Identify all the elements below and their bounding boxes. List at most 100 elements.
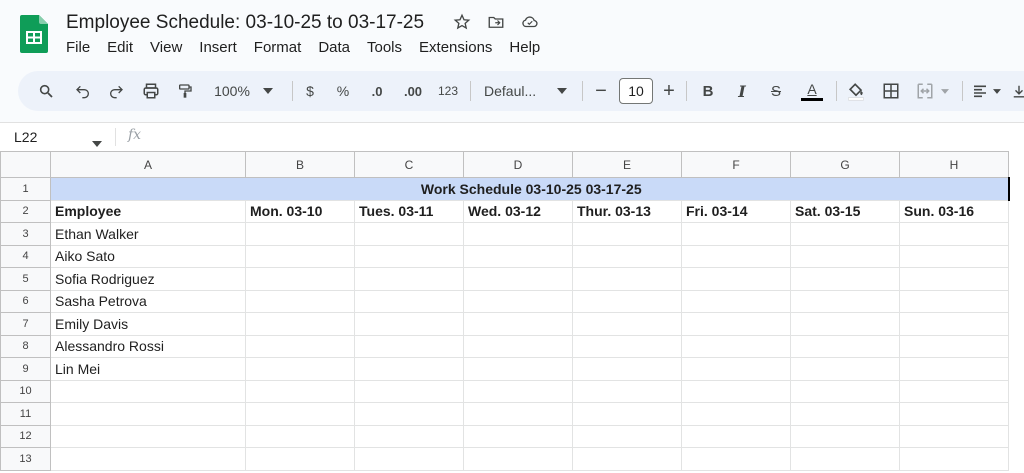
grid-cell[interactable]: [790, 222, 900, 246]
row-header[interactable]: 12: [0, 424, 51, 448]
grid-cell[interactable]: [681, 312, 791, 336]
zoom-select[interactable]: 100%: [210, 77, 254, 105]
grid-cell[interactable]: [790, 379, 900, 403]
grid-cell[interactable]: [790, 402, 900, 426]
print-icon[interactable]: [140, 77, 162, 105]
grid-cell[interactable]: [245, 357, 355, 381]
grid-cell[interactable]: [245, 379, 355, 403]
row-header[interactable]: 13: [0, 447, 51, 471]
percent-format-button[interactable]: %: [334, 77, 352, 105]
grid-cell[interactable]: [681, 379, 791, 403]
name-box[interactable]: L22: [14, 129, 37, 145]
grid-cell[interactable]: [790, 447, 900, 471]
document-title[interactable]: Employee Schedule: 03-10-25 to 03-17-25: [66, 12, 424, 34]
header-cell-day[interactable]: Thur. 03-13: [572, 199, 682, 223]
grid-cell[interactable]: [681, 402, 791, 426]
cloud-status-icon[interactable]: [520, 12, 540, 32]
employee-name-cell[interactable]: Sofia Rodriguez: [50, 267, 246, 291]
employee-name-cell[interactable]: Lin Mei: [50, 357, 246, 381]
grid-cell[interactable]: [681, 447, 791, 471]
column-header-g[interactable]: G: [790, 151, 900, 178]
grid-cell[interactable]: [681, 244, 791, 268]
undo-icon[interactable]: [73, 77, 93, 105]
employee-name-cell[interactable]: Aiko Sato: [50, 244, 246, 268]
grid-cell[interactable]: [354, 379, 464, 403]
grid-cell[interactable]: [245, 402, 355, 426]
header-cell-day[interactable]: Wed. 03-12: [463, 199, 573, 223]
grid-cell[interactable]: [245, 244, 355, 268]
grid-cell[interactable]: [572, 424, 682, 448]
grid-cell[interactable]: [790, 357, 900, 381]
grid-cell[interactable]: [790, 334, 900, 358]
grid-cell[interactable]: [572, 289, 682, 313]
employee-name-cell[interactable]: Sasha Petrova: [50, 289, 246, 313]
grid-cell[interactable]: [899, 402, 1009, 426]
row-header[interactable]: 10: [0, 379, 51, 403]
grid-cell[interactable]: [50, 424, 246, 448]
column-header-e[interactable]: E: [572, 151, 682, 178]
row-header[interactable]: 3: [0, 222, 51, 246]
menu-help[interactable]: Help: [509, 39, 557, 56]
align-chevron-down-icon[interactable]: [992, 77, 1002, 105]
font-chevron-down-icon[interactable]: [556, 77, 568, 105]
grid-cell[interactable]: [899, 357, 1009, 381]
grid-cell[interactable]: [463, 357, 573, 381]
employee-name-cell[interactable]: Ethan Walker: [50, 222, 246, 246]
row-header[interactable]: 11: [0, 402, 51, 426]
grid-cell[interactable]: [354, 334, 464, 358]
align-left-icon[interactable]: [970, 77, 990, 105]
grid-cell[interactable]: [572, 379, 682, 403]
employee-name-cell[interactable]: Emily Davis: [50, 312, 246, 336]
grid-cell[interactable]: [463, 334, 573, 358]
header-cell-day[interactable]: Fri. 03-14: [681, 199, 791, 223]
row-header[interactable]: 5: [0, 267, 51, 291]
row-header[interactable]: 8: [0, 334, 51, 358]
grid-cell[interactable]: [245, 222, 355, 246]
grid-cell[interactable]: [50, 447, 246, 471]
vertical-align-icon[interactable]: [1012, 77, 1024, 105]
header-cell-day[interactable]: Mon. 03-10: [245, 199, 355, 223]
menu-file[interactable]: File: [66, 39, 107, 56]
grid-cell[interactable]: [463, 267, 573, 291]
row-header[interactable]: 7: [0, 312, 51, 336]
grid-cell[interactable]: [899, 244, 1009, 268]
grid-cell[interactable]: [354, 357, 464, 381]
decrease-decimal-button[interactable]: .0: [366, 77, 388, 105]
move-folder-icon[interactable]: [486, 12, 506, 32]
grid-cell[interactable]: [50, 402, 246, 426]
row-header[interactable]: 4: [0, 244, 51, 268]
grid-cell[interactable]: [899, 312, 1009, 336]
grid-cell[interactable]: [245, 289, 355, 313]
header-cell-day[interactable]: Sat. 03-15: [790, 199, 900, 223]
grid-cell[interactable]: [463, 222, 573, 246]
header-cell-day[interactable]: Sun. 03-16: [899, 199, 1009, 223]
menu-edit[interactable]: Edit: [107, 39, 150, 56]
row-header[interactable]: 2: [0, 199, 51, 223]
menu-data[interactable]: Data: [318, 39, 367, 56]
strikethrough-button[interactable]: S: [766, 77, 786, 105]
search-icon[interactable]: [36, 77, 56, 105]
grid-cell[interactable]: [463, 312, 573, 336]
font-size-field[interactable]: 10: [619, 78, 653, 104]
grid-cell[interactable]: [681, 289, 791, 313]
merge-chevron-down-icon[interactable]: [940, 77, 950, 105]
grid-cell[interactable]: [245, 267, 355, 291]
grid-cell[interactable]: [572, 357, 682, 381]
grid-cell[interactable]: [899, 447, 1009, 471]
fill-color-icon[interactable]: [844, 77, 868, 105]
grid-cell[interactable]: [790, 244, 900, 268]
grid-cell[interactable]: [572, 244, 682, 268]
grid-cell[interactable]: [790, 289, 900, 313]
grid-cell[interactable]: [899, 379, 1009, 403]
row-header[interactable]: 1: [0, 177, 51, 201]
grid-cell[interactable]: [790, 267, 900, 291]
grid-cell[interactable]: [572, 334, 682, 358]
font-select[interactable]: Defaul...: [484, 77, 548, 105]
menu-extensions[interactable]: Extensions: [419, 39, 509, 56]
grid-cell[interactable]: [463, 447, 573, 471]
grid-cell[interactable]: [463, 289, 573, 313]
column-header-f[interactable]: F: [681, 151, 791, 178]
grid-cell[interactable]: [354, 267, 464, 291]
grid-cell[interactable]: [572, 312, 682, 336]
grid-cell[interactable]: [790, 424, 900, 448]
